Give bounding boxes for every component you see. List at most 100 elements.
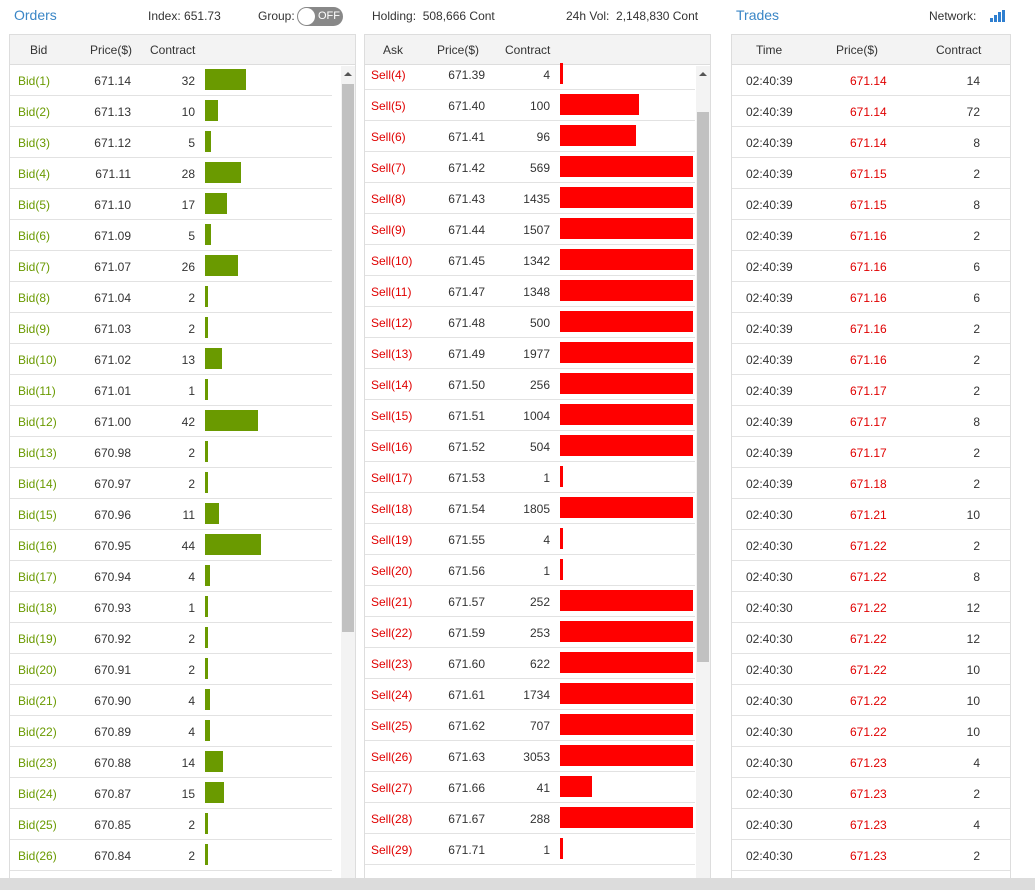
price-column-header[interactable]: Price($) <box>836 43 878 57</box>
contract-column-header[interactable]: Contract <box>505 43 550 57</box>
trade-row[interactable]: 02:40:30 671.23 4 <box>732 747 1010 778</box>
trade-row[interactable]: 02:40:39 671.16 2 <box>732 220 1010 251</box>
orders-title[interactable]: Orders <box>14 7 57 23</box>
ask-row[interactable]: Sell(21) 671.57 252 <box>365 586 695 617</box>
bid-row[interactable]: Bid(3) 671.12 5 <box>10 127 332 158</box>
trade-row[interactable]: 02:40:39 671.14 8 <box>732 127 1010 158</box>
trade-row[interactable]: 02:40:30 671.23 4 <box>732 809 1010 840</box>
ask-row[interactable]: Sell(23) 671.60 622 <box>365 648 695 679</box>
contract-column-header[interactable]: Contract <box>936 43 981 57</box>
ask-row[interactable]: Sell(17) 671.53 1 <box>365 462 695 493</box>
trade-row[interactable]: 02:40:39 671.16 6 <box>732 282 1010 313</box>
bid-row[interactable]: Bid(9) 671.03 2 <box>10 313 332 344</box>
ask-row[interactable]: Sell(24) 671.61 1734 <box>365 679 695 710</box>
trade-row[interactable]: 02:40:39 671.16 6 <box>732 251 1010 282</box>
trade-row[interactable]: 02:40:30 671.22 2 <box>732 530 1010 561</box>
ask-row[interactable]: Sell(11) 671.47 1348 <box>365 276 695 307</box>
bid-row[interactable]: Bid(14) 670.97 2 <box>10 468 332 499</box>
ask-row[interactable]: Sell(10) 671.45 1342 <box>365 245 695 276</box>
trade-row[interactable]: 02:40:39 671.16 2 <box>732 313 1010 344</box>
ask-row[interactable]: Sell(22) 671.59 253 <box>365 617 695 648</box>
ask-row[interactable]: Sell(28) 671.67 288 <box>365 803 695 834</box>
trade-row[interactable]: 02:40:30 671.22 10 <box>732 685 1010 716</box>
trade-row[interactable]: 02:40:30 671.22 10 <box>732 654 1010 685</box>
trade-row[interactable]: 02:40:30 671.23 2 <box>732 840 1010 871</box>
ask-row[interactable]: Sell(6) 671.41 96 <box>365 121 695 152</box>
trade-row[interactable]: 02:40:39 671.17 8 <box>732 406 1010 437</box>
bid-row[interactable]: Bid(17) 670.94 4 <box>10 561 332 592</box>
trade-row[interactable]: 02:40:39 671.14 72 <box>732 96 1010 127</box>
bid-row[interactable]: Bid(7) 671.07 26 <box>10 251 332 282</box>
price-column-header[interactable]: Price($) <box>90 43 132 57</box>
ask-row[interactable]: Sell(25) 671.62 707 <box>365 710 695 741</box>
trade-row[interactable]: 02:40:39 671.16 2 <box>732 344 1010 375</box>
asks-scroll-thumb[interactable] <box>697 112 709 662</box>
bid-row[interactable]: Bid(4) 671.11 28 <box>10 158 332 189</box>
ask-row[interactable]: Sell(12) 671.48 500 <box>365 307 695 338</box>
price-column-header[interactable]: Price($) <box>437 43 479 57</box>
ask-row[interactable]: Sell(5) 671.40 100 <box>365 90 695 121</box>
asks-list[interactable]: Sell(4) 671.39 4 Sell(5) 671.40 100 Sell(6) 671… <box>365 59 710 865</box>
bid-row[interactable]: Bid(23) 670.88 14 <box>10 747 332 778</box>
trade-row[interactable]: 02:40:30 671.22 12 <box>732 592 1010 623</box>
ask-row[interactable]: Sell(19) 671.55 4 <box>365 524 695 555</box>
page-horizontal-scrollbar[interactable] <box>0 878 1035 890</box>
bid-row[interactable]: Bid(11) 671.01 1 <box>10 375 332 406</box>
bid-row[interactable]: Bid(18) 670.93 1 <box>10 592 332 623</box>
trade-row[interactable]: 02:40:30 671.23 2 <box>732 778 1010 809</box>
bid-row[interactable]: Bid(13) 670.98 2 <box>10 437 332 468</box>
bid-row[interactable]: Bid(15) 670.96 11 <box>10 499 332 530</box>
time-column-header[interactable]: Time <box>756 43 782 57</box>
group-toggle[interactable]: OFF <box>297 7 343 26</box>
ask-row[interactable]: Sell(27) 671.66 41 <box>365 772 695 803</box>
trade-row[interactable]: 02:40:30 671.22 8 <box>732 561 1010 592</box>
trade-row[interactable]: 02:40:39 671.17 2 <box>732 375 1010 406</box>
ask-row[interactable]: Sell(29) 671.71 1 <box>365 834 695 865</box>
bid-row[interactable]: Bid(19) 670.92 2 <box>10 623 332 654</box>
bids-scrollbar[interactable] <box>341 66 355 889</box>
trades-list[interactable]: 02:40:39 671.14 14 02:40:39 671.14 72 02:40:39… <box>732 65 1010 871</box>
ask-row[interactable]: Sell(16) 671.52 504 <box>365 431 695 462</box>
trade-row[interactable]: 02:40:39 671.15 2 <box>732 158 1010 189</box>
bid-row[interactable]: Bid(2) 671.13 10 <box>10 96 332 127</box>
ask-row[interactable]: Sell(7) 671.42 569 <box>365 152 695 183</box>
ask-row[interactable]: Sell(14) 671.50 256 <box>365 369 695 400</box>
bid-row[interactable]: Bid(5) 671.10 17 <box>10 189 332 220</box>
ask-row[interactable]: Sell(13) 671.49 1977 <box>365 338 695 369</box>
bid-row[interactable]: Bid(6) 671.09 5 <box>10 220 332 251</box>
bids-list[interactable]: Bid(1) 671.14 32 Bid(2) 671.13 10 Bid(3) 671.12… <box>10 65 355 871</box>
trades-title[interactable]: Trades <box>736 7 779 23</box>
trade-row[interactable]: 02:40:39 671.14 14 <box>732 65 1010 96</box>
asks-scrollbar[interactable] <box>696 66 710 889</box>
bid-row[interactable]: Bid(26) 670.84 2 <box>10 840 332 871</box>
ask-row[interactable]: Sell(18) 671.54 1805 <box>365 493 695 524</box>
bid-row[interactable]: Bid(8) 671.04 2 <box>10 282 332 313</box>
ask-column-header[interactable]: Ask <box>383 43 403 57</box>
trade-row[interactable]: 02:40:39 671.17 2 <box>732 437 1010 468</box>
ask-row[interactable]: Sell(8) 671.43 1435 <box>365 183 695 214</box>
bids-scroll-thumb[interactable] <box>342 84 354 632</box>
bid-row[interactable]: Bid(22) 670.89 4 <box>10 716 332 747</box>
bid-row[interactable]: Bid(21) 670.90 4 <box>10 685 332 716</box>
trade-row[interactable]: 02:40:39 671.15 8 <box>732 189 1010 220</box>
ask-row[interactable]: Sell(9) 671.44 1507 <box>365 214 695 245</box>
bid-row[interactable]: Bid(1) 671.14 32 <box>10 65 332 96</box>
bid-row[interactable]: Bid(24) 670.87 15 <box>10 778 332 809</box>
scroll-up-arrow-icon[interactable] <box>699 72 707 76</box>
trade-row[interactable]: 02:40:30 671.22 12 <box>732 623 1010 654</box>
bid-row[interactable]: Bid(25) 670.85 2 <box>10 809 332 840</box>
bid-row[interactable]: Bid(16) 670.95 44 <box>10 530 332 561</box>
ask-row[interactable]: Sell(4) 671.39 4 <box>365 59 695 90</box>
bid-row[interactable]: Bid(10) 671.02 13 <box>10 344 332 375</box>
bid-row[interactable]: Bid(20) 670.91 2 <box>10 654 332 685</box>
scroll-up-arrow-icon[interactable] <box>344 72 352 76</box>
bid-column-header[interactable]: Bid <box>30 43 47 57</box>
trade-row[interactable]: 02:40:30 671.21 10 <box>732 499 1010 530</box>
ask-row[interactable]: Sell(20) 671.56 1 <box>365 555 695 586</box>
contract-column-header[interactable]: Contract <box>150 43 195 57</box>
ask-row[interactable]: Sell(26) 671.63 3053 <box>365 741 695 772</box>
trade-row[interactable]: 02:40:30 671.22 10 <box>732 716 1010 747</box>
ask-row[interactable]: Sell(15) 671.51 1004 <box>365 400 695 431</box>
trade-row[interactable]: 02:40:39 671.18 2 <box>732 468 1010 499</box>
bid-row[interactable]: Bid(12) 671.00 42 <box>10 406 332 437</box>
